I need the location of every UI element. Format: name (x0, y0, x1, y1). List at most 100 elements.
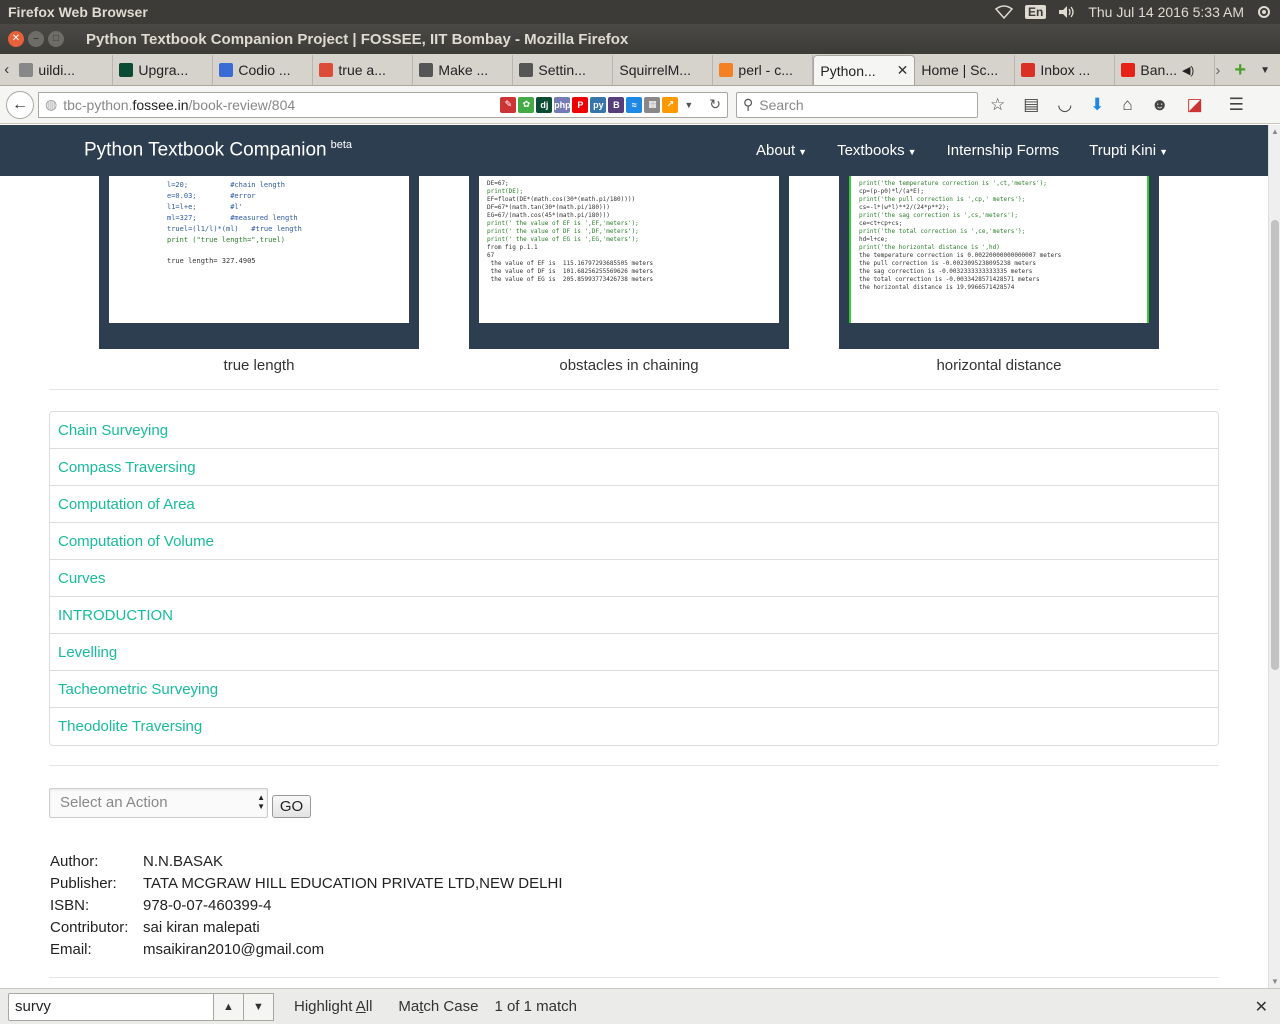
chapter-link[interactable]: Theodolite Traversing (50, 708, 1218, 745)
chapter-link[interactable]: Curves (50, 560, 1218, 597)
close-icon[interactable]: ✕ (1255, 997, 1268, 1017)
find-next-button[interactable]: ▼ (244, 992, 274, 1021)
browser-tab[interactable]: perl - c... (713, 55, 814, 85)
tab-scroll-left-icon[interactable]: ‹ (0, 53, 13, 85)
scroll-down-icon[interactable]: ▼ (1269, 977, 1280, 986)
url-bar[interactable]: ◍ tbc-python.fossee.in/book-review/804 ✎… (38, 91, 728, 118)
clock[interactable]: Thu Jul 14 2016 5:33 AM (1088, 4, 1244, 20)
book-info-key: Publisher: (50, 874, 117, 892)
chapter-link[interactable]: Computation of Area (50, 486, 1218, 523)
reload-icon[interactable]: ↻ (709, 96, 721, 113)
code-screenshot-card[interactable]: DE=67; print(DE); EF=float(DE*(math.cos(30… (469, 176, 789, 349)
site-menu-label: Trupti Kini (1089, 142, 1157, 159)
browser-tab[interactable]: Codio ... (213, 55, 314, 85)
site-menu-item[interactable]: Textbooks ▼ (837, 142, 916, 159)
volume-icon[interactable] (1058, 5, 1076, 19)
wave-addon-icon[interactable]: ≈ (626, 96, 643, 113)
tab-label: Inbox ... (1040, 62, 1091, 78)
action-select[interactable]: Select an Action ▲ ▼ (49, 787, 268, 818)
browser-tab[interactable]: Make ... (413, 55, 514, 85)
url-dropdown-icon[interactable]: ▼ (684, 100, 693, 110)
pocket-icon[interactable]: ◡ (1057, 95, 1072, 115)
browser-tab[interactable]: Ban... ◀) (1115, 55, 1216, 85)
all-tabs-chevron-down-icon[interactable]: ▼ (1260, 65, 1270, 76)
book-info-row: Email: msaikiran2010@gmail.com (50, 938, 562, 960)
bug-addon-icon[interactable]: ✿ (518, 96, 535, 113)
site-info-icon[interactable]: ◍ (45, 96, 57, 113)
search-bar[interactable]: ⚲ Search (736, 91, 978, 118)
search-input[interactable]: Search (759, 97, 803, 113)
find-input[interactable]: survy (8, 992, 214, 1021)
code-line: the sag correction is -0.003233333333333… (859, 268, 1033, 275)
php-addon-icon[interactable]: php (554, 96, 571, 113)
browser-tab[interactable]: Home | Sc... (915, 55, 1016, 85)
window-minimize-icon[interactable]: – (28, 31, 44, 47)
code-screenshot-card[interactable]: l=20; #chain length e=0.03; #error l1=l+e;… (99, 176, 419, 349)
browser-tab[interactable]: SquirrelM... (613, 55, 714, 85)
new-tab-icon[interactable]: + (1234, 59, 1246, 82)
back-arrow-icon: ← (12, 95, 28, 113)
table-addon-icon[interactable]: ▦ (644, 96, 661, 113)
scrollbar-thumb[interactable] (1271, 220, 1279, 670)
chapter-link[interactable]: INTRODUCTION (50, 597, 1218, 634)
window-maximize-icon[interactable]: □ (48, 31, 64, 47)
scroll-up-icon[interactable]: ▲ (1269, 127, 1280, 136)
downloads-icon[interactable]: ⬇ (1090, 95, 1104, 115)
card-caption: obstacles in chaining (559, 357, 699, 374)
wifi-icon[interactable] (994, 5, 1013, 19)
code-line: DF=67*(math.tan(30*(math.pi/180))) (487, 204, 610, 211)
pen-addon-icon[interactable]: ✎ (500, 96, 517, 113)
code-screenshot-card[interactable]: print('the temperature correction is ',c… (839, 176, 1159, 349)
bookmark-star-icon[interactable]: ☆ (990, 95, 1005, 115)
browser-tab[interactable]: true a... (313, 55, 414, 85)
power-gear-icon[interactable] (1256, 4, 1272, 20)
tab-strip: ‹ uildi... Upgra... Codio ... true a... Make… (0, 54, 1280, 86)
home-icon[interactable]: ⌂ (1122, 95, 1132, 115)
python-addon-icon[interactable]: py (590, 96, 607, 113)
code-line: print(' the value of EG is ',EG,'meters'… (487, 236, 639, 243)
book-info-value: 978-0-07-460399-4 (143, 896, 272, 914)
site-menu-label: About (755, 142, 796, 159)
p-addon-icon[interactable]: P (572, 96, 589, 113)
find-previous-button[interactable]: ▲ (214, 992, 244, 1021)
browser-tab[interactable]: Python... ✕ (813, 55, 916, 85)
site-brand[interactable]: Python Textbook Companion beta (84, 139, 352, 161)
back-button[interactable]: ← (6, 90, 34, 119)
browser-tab[interactable]: Settin... (513, 55, 614, 85)
page-scrollbar[interactable]: ▲ ▼ (1268, 125, 1280, 988)
site-menu-item[interactable]: About ▼ (756, 142, 807, 159)
chapter-link[interactable]: Computation of Volume (50, 523, 1218, 560)
site-menu-item[interactable]: Trupti Kini ▼ (1089, 142, 1168, 159)
url-text[interactable]: tbc-python.fossee.in/book-review/804 (63, 97, 494, 113)
book-info-row: Author: N.N.BASAK (50, 850, 562, 872)
site-menu-item[interactable]: Internship Forms (947, 142, 1060, 159)
bootstrap-addon-icon[interactable]: B (608, 96, 625, 113)
go-button[interactable]: GO (272, 795, 311, 818)
code-line: DE=67; (487, 180, 509, 187)
chat-icon[interactable]: ☻ (1151, 95, 1169, 115)
code-line: the value of EG is 205.85993773426738 me… (487, 276, 654, 283)
tab-audio-icon[interactable]: ◀) (1182, 64, 1194, 77)
keyboard-layout-indicator[interactable]: En (1024, 5, 1047, 19)
browser-tab[interactable]: Inbox ... (1015, 55, 1116, 85)
tab-close-icon[interactable]: ✕ (897, 62, 909, 79)
reading-list-icon[interactable]: ▤ (1023, 95, 1039, 115)
search-icon: ⚲ (743, 96, 754, 112)
browser-tab[interactable]: Upgra... (113, 55, 214, 85)
tab-scroll-right-icon[interactable]: › (1215, 62, 1220, 79)
window-close-icon[interactable]: ✕ (8, 31, 24, 47)
chapter-link[interactable]: Compass Traversing (50, 449, 1218, 486)
chart-addon-icon[interactable]: ↗ (662, 96, 679, 113)
chapter-link[interactable]: Chain Surveying (50, 412, 1218, 449)
menu-hamburger-icon[interactable]: ☰ (1229, 95, 1244, 115)
chapter-link[interactable]: Tacheometric Surveying (50, 671, 1218, 708)
extension-icon[interactable]: ◪ (1187, 95, 1203, 115)
book-info: Author: N.N.BASAK Publisher: TATA MCGRAW HI… (50, 850, 562, 960)
django-addon-icon[interactable]: dj (536, 96, 553, 113)
match-case-toggle[interactable]: Match Case (398, 998, 478, 1015)
code-line: e=0.03; #error (167, 192, 256, 200)
chapter-link[interactable]: Levelling (50, 634, 1218, 671)
highlight-all-toggle[interactable]: Highlight All (294, 998, 372, 1015)
browser-tab[interactable]: uildi... (13, 55, 114, 85)
action-form: Select an Action ▲ ▼ GO (49, 787, 311, 818)
